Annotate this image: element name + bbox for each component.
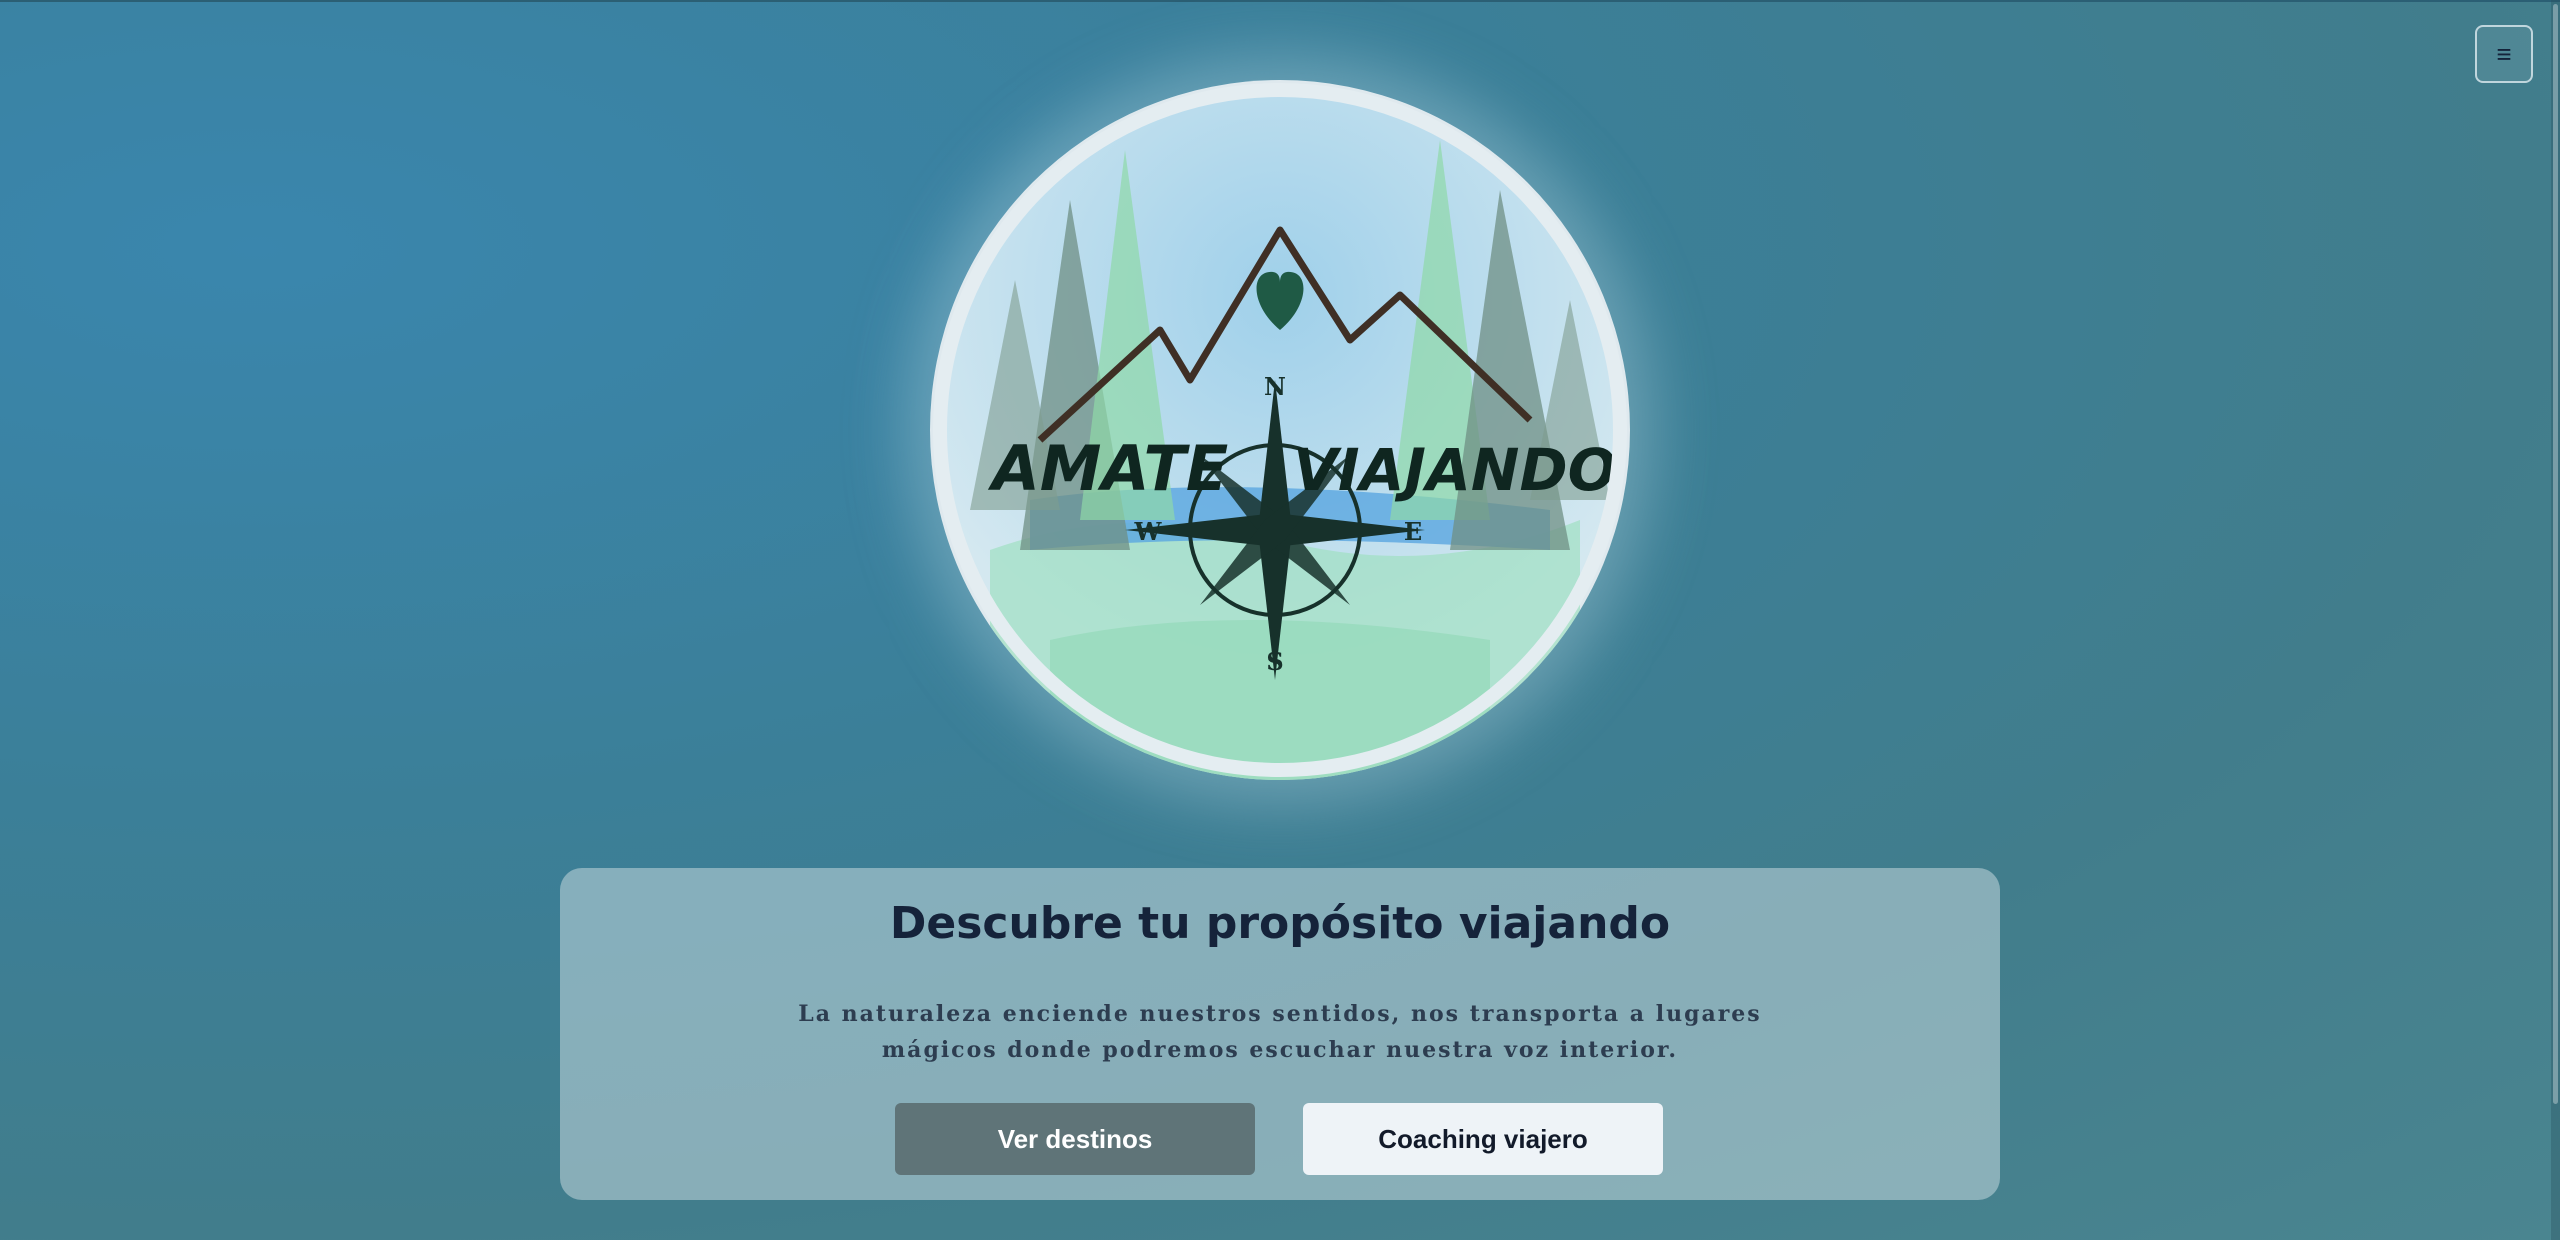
top-border	[0, 0, 2560, 2]
hero-panel: Descubre tu propósito viajando La natura…	[560, 868, 2000, 1200]
compass-w-label: W	[1134, 517, 1163, 546]
scrollbar-thumb[interactable]	[2553, 4, 2558, 1104]
logo-title-left: AMATE	[987, 432, 1228, 505]
hero-subtext: La naturaleza enciende nuestros sentidos…	[798, 1001, 1762, 1063]
menu-button[interactable]: ≡	[2475, 25, 2533, 83]
hamburger-menu-icon: ≡	[2496, 38, 2512, 69]
logo-illustration: N S E W AMATE VIAJANDO	[933, 83, 1627, 780]
logo-title-right: VIAJANDO	[1293, 436, 1617, 504]
ver-destinos-button[interactable]: Ver destinos	[895, 1103, 1255, 1175]
compass-e-label: E	[1404, 517, 1422, 546]
brand-logo: N S E W AMATE VIAJANDO	[930, 80, 1630, 780]
compass-n-label: N	[1264, 372, 1286, 401]
compass-s-label: S	[1266, 647, 1283, 676]
hero-headline: Descubre tu propósito viajando	[889, 898, 1671, 949]
coaching-viajero-button[interactable]: Coaching viajero	[1303, 1103, 1663, 1175]
